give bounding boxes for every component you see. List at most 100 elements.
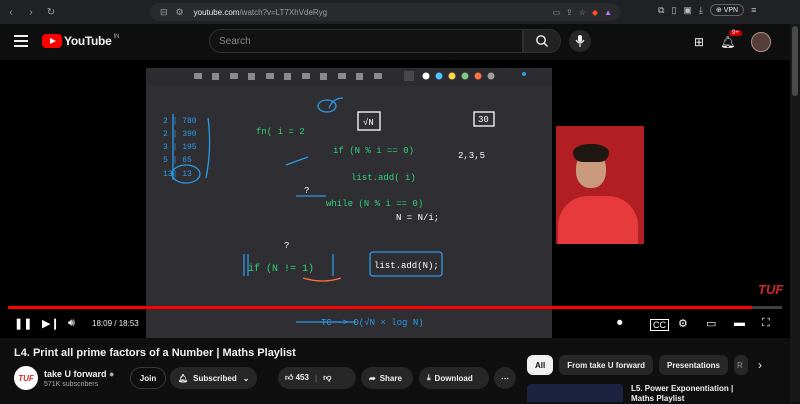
settings-gear-icon[interactable]: ⚙: [678, 317, 688, 330]
vpn-button[interactable]: ⊕ VPN: [709, 4, 745, 16]
thumbs-down-icon[interactable]: 👎︎: [323, 373, 331, 383]
rewards-icon[interactable]: ▲: [604, 8, 612, 17]
bookmark-icon[interactable]: ⊟: [160, 7, 168, 18]
forward-arrow-icon[interactable]: ›: [22, 3, 40, 21]
svg-text:while (N % i == 0): while (N % i == 0): [326, 199, 423, 209]
time-display: 18:09 / 18:53: [92, 319, 139, 328]
like-button[interactable]: 👍︎ 453: [285, 373, 309, 383]
download-arrow-icon: ⤓: [427, 373, 431, 382]
progress-bar[interactable]: [8, 306, 782, 309]
svg-text:?: ?: [284, 241, 289, 251]
recommended-thumbnail: [527, 384, 623, 402]
chip-all[interactable]: All: [527, 355, 554, 375]
svg-text:fn( i = 2: fn( i = 2: [256, 127, 305, 137]
svg-text:if (N != 1): if (N != 1): [248, 263, 314, 275]
chevron-down-icon: ⌄: [242, 373, 250, 383]
chip-from-channel[interactable]: From take U forward: [559, 355, 654, 375]
svg-text:3 | 195: 3 | 195: [163, 143, 197, 152]
star-icon[interactable]: ☆: [579, 8, 586, 17]
fullscreen-icon[interactable]: ⛶: [762, 317, 770, 330]
voice-search-button[interactable]: [569, 30, 591, 52]
video-player[interactable]: 2 | 780 2 | 390 3 | 195 5 | 65 13| 13 fn…: [0, 60, 790, 338]
captions-icon[interactable]: CC: [650, 319, 669, 331]
download-button[interactable]: ⤓ Download: [419, 367, 489, 389]
channel-avatar[interactable]: TUF: [14, 366, 38, 390]
subscriber-count: 571K subscribers: [44, 380, 99, 388]
logo-country: IN: [113, 34, 120, 40]
like-dislike-group: 👍︎ 453 | 👎︎: [278, 367, 356, 389]
svg-text:N = N/i;: N = N/i;: [396, 213, 439, 223]
share-page-icon[interactable]: ⇪: [566, 8, 573, 17]
volume-icon[interactable]: 🔊︎: [68, 317, 75, 330]
svg-text:30: 30: [478, 115, 489, 125]
page-scrollbar[interactable]: [790, 24, 800, 402]
share-icon: ➦: [369, 373, 376, 383]
youtube-logo[interactable]: YouTube IN: [42, 34, 119, 48]
like-count: 453: [295, 373, 309, 382]
address-bar[interactable]: ⊟ ⚙ youtube.com/watch?v=LT7XhVdeRyg ▭ ⇪ …: [150, 3, 620, 21]
brave-shield-icon[interactable]: ◆: [592, 8, 598, 17]
search-input[interactable]: Search: [209, 29, 523, 53]
progress-bar-fill: [8, 306, 752, 309]
recommended-video[interactable]: L5. Power Exponentiation | Maths Playlist: [527, 384, 733, 404]
sidebar-toggle-icon[interactable]: ▯: [671, 5, 676, 16]
pause-icon[interactable]: ❚❚: [14, 317, 32, 330]
next-video-icon[interactable]: ▶❙: [42, 317, 60, 330]
search-icon: [536, 35, 548, 47]
site-settings-icon[interactable]: ⚙: [176, 7, 184, 18]
svg-text:2,3,5: 2,3,5: [458, 151, 485, 161]
logo-text: YouTube: [64, 34, 112, 48]
extensions-icon[interactable]: ⧉: [658, 5, 664, 16]
download-icon[interactable]: ⤓: [699, 5, 703, 16]
youtube-play-icon: [42, 34, 62, 48]
search-placeholder: Search: [219, 35, 251, 47]
svg-text:?: ?: [304, 186, 309, 196]
share-button[interactable]: ➦ Share: [361, 367, 413, 389]
channel-watermark: TUF: [758, 282, 784, 297]
verified-badge-icon: ●: [109, 368, 115, 379]
cast-icon[interactable]: ▭: [552, 8, 560, 17]
whiteboard-drawing: 2 | 780 2 | 390 3 | 195 5 | 65 13| 13 fn…: [163, 97, 495, 328]
theater-mode-icon[interactable]: ▬: [734, 317, 745, 329]
autoplay-toggle-icon[interactable]: ⏺︎: [617, 317, 623, 330]
microphone-icon: [575, 35, 585, 47]
browser-toolbar: ‹ › ↻ ⊟ ⚙ youtube.com/watch?v=LT7XhVdeRy…: [0, 0, 800, 24]
notifications-bell-icon[interactable]: 🔔︎: [720, 35, 735, 49]
whiteboard-frame: 2 | 780 2 | 390 3 | 195 5 | 65 13| 13 fn…: [146, 68, 552, 338]
svg-text:if (N % i == 0): if (N % i == 0): [333, 146, 414, 156]
account-avatar[interactable]: [751, 32, 772, 52]
create-video-icon[interactable]: ⊞: [694, 35, 704, 49]
bell-icon: 🔔︎: [178, 373, 189, 383]
subscribed-label: Subscribed: [193, 373, 237, 383]
wallet-icon[interactable]: ▣: [683, 5, 692, 16]
more-actions-button[interactable]: ⋯: [494, 367, 516, 389]
search-button[interactable]: [523, 29, 561, 53]
scrollbar-thumb[interactable]: [792, 26, 798, 96]
svg-text:2 | 390: 2 | 390: [163, 130, 197, 139]
svg-text:2 | 780: 2 | 780: [163, 117, 197, 126]
chevron-right-icon[interactable]: ›: [758, 355, 762, 375]
recommended-title: L5. Power Exponentiation | Maths Playlist: [631, 384, 734, 403]
video-title: L4. Print all prime factors of a Number …: [14, 347, 296, 359]
join-button[interactable]: Join: [130, 367, 166, 389]
svg-text:list.add(N);: list.add(N);: [374, 261, 439, 271]
svg-text:√N: √N: [363, 117, 374, 128]
chip-presentations[interactable]: Presentations: [659, 355, 728, 375]
back-arrow-icon[interactable]: ‹: [2, 3, 20, 21]
miniplayer-icon[interactable]: ▭: [706, 317, 716, 330]
notification-badge: 9+: [729, 30, 742, 36]
channel-info: TUF take U forward ● 571K subscribers: [14, 366, 114, 390]
player-controls: ❚❚ ▶❙ 🔊︎ 18:09 / 18:53 ⏺︎ CC ⚙ ▭ ▬ ⛶: [0, 310, 790, 338]
menu-icon[interactable]: ≡: [751, 5, 756, 15]
svg-text:13| 13: 13| 13: [163, 170, 192, 179]
svg-text:list.add( i): list.add( i): [351, 173, 416, 183]
recommendation-chips: All From take U forward Presentations R …: [527, 355, 762, 375]
join-label: Join: [139, 373, 157, 383]
chip-related[interactable]: R: [733, 355, 748, 375]
hamburger-menu-icon[interactable]: [14, 35, 28, 47]
share-label: Share: [379, 373, 402, 383]
channel-name[interactable]: take U forward ●: [44, 369, 114, 379]
subscribed-button[interactable]: 🔔︎ Subscribed ⌄: [170, 367, 257, 389]
download-label: Download: [434, 373, 473, 383]
reload-icon[interactable]: ↻: [42, 3, 60, 21]
